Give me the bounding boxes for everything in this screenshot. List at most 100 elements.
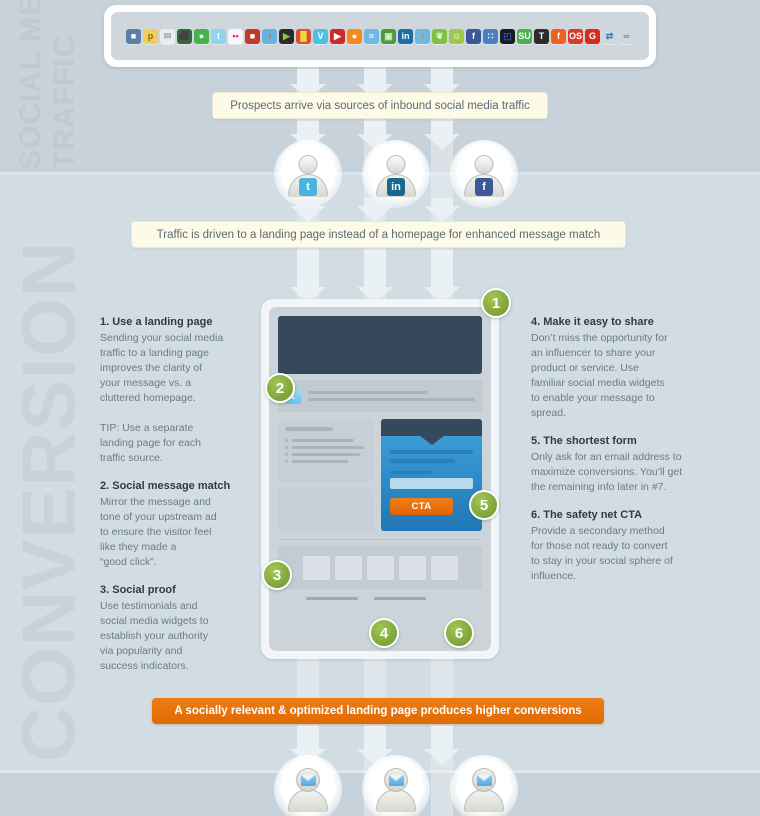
tip-body: Mirror the message and tone of your upst…: [100, 496, 217, 568]
avatar-figure: f: [463, 155, 505, 197]
landing-page-copy-column: [278, 419, 373, 531]
landing-page-form-body: CTA: [381, 436, 482, 524]
email-field[interactable]: [390, 478, 473, 489]
social-widget[interactable]: [366, 555, 394, 580]
stripes-icon[interactable]: █: [296, 28, 311, 44]
avatar-figure: [463, 768, 505, 812]
conversion-banner-text: A socially relevant & optimized landing …: [174, 705, 582, 717]
tip-item: 6. The safety net CTA Provide a secondary…: [531, 509, 696, 584]
step-badge-5: 5: [469, 490, 499, 520]
tip-title: 6. The safety net CTA: [531, 509, 643, 521]
avatar-facebook-badge-icon: f: [475, 178, 493, 196]
avatar-email-1: [274, 755, 342, 816]
diigo-icon[interactable]: p: [143, 28, 158, 44]
social-icon-bar-inner: ■ p ✉ ⬛ ● t •• ■ ◑ ▶ █ V ▶ ● ≈ ▣ in ♪ ❦ ☺ f ∷ ◰ SU Tf OS G ⇄ ∞: [111, 12, 649, 60]
avatar-figure: in: [375, 155, 417, 197]
arrow-down-13: [290, 726, 326, 765]
tip-body: Provide a secondary method for those not…: [531, 525, 673, 582]
twitter-icon[interactable]: t: [211, 28, 226, 44]
tip-title: 4. Make it easy to share: [531, 316, 654, 328]
landing-page-hero: [278, 316, 482, 374]
watermark-conversion: CONVERSION: [7, 241, 92, 762]
callout-landing-page: Traffic is driven to a landing page inst…: [131, 221, 626, 248]
youtube-icon[interactable]: ▶: [330, 28, 345, 44]
social-widget[interactable]: [302, 555, 330, 580]
tip-body: Use testimonials and social media widget…: [100, 600, 209, 672]
infographic-canvas: SOCIAL MEDIA TRAFFIC CONVERSION X ■p✉⬛●t…: [0, 0, 760, 816]
arrow-down-7: [290, 198, 326, 222]
social-widget[interactable]: [334, 555, 362, 580]
callout-landing-page-text: Traffic is driven to a landing page inst…: [156, 228, 601, 241]
tip-body: Only ask for an email address to maximiz…: [531, 451, 683, 493]
avatar-head: [386, 155, 406, 174]
avatar-linkedin-badge-icon: in: [387, 178, 405, 196]
landing-page-middle: CTA: [278, 419, 482, 531]
firefox-icon[interactable]: ◑: [262, 28, 277, 44]
envelope-icon: [296, 768, 320, 792]
tip-title: 2. Social message match: [100, 480, 231, 492]
photo-icon[interactable]: ▣: [381, 28, 396, 44]
tip-item: 1. Use a landing page Sending your social…: [100, 316, 255, 466]
footer-link[interactable]: [374, 597, 426, 600]
conversion-banner: A socially relevant & optimized landing …: [152, 698, 604, 724]
avatar-figure: [287, 768, 329, 812]
tip-item: 3. Social proof Use testimonials and soci…: [100, 584, 255, 674]
avatar-facebook: f: [450, 140, 518, 208]
arrow-down-12: [424, 250, 460, 303]
leaf-icon[interactable]: ❦: [432, 28, 447, 44]
watermark-traffic: TRAFFIC: [48, 34, 81, 170]
avatar-group-email: [274, 755, 518, 816]
evernote-icon[interactable]: ⬛: [177, 28, 192, 44]
avatar-email-3: [450, 755, 518, 816]
fark-icon[interactable]: f: [551, 28, 566, 44]
tumblr-icon[interactable]: T: [534, 28, 549, 44]
hi5-icon[interactable]: ≈: [364, 28, 379, 44]
envelope-icon: [472, 768, 496, 792]
share-icon[interactable]: ⇄: [602, 28, 617, 44]
avatar-head: [474, 155, 494, 174]
landing-page-message-lines: [308, 391, 475, 401]
delicious-sq-icon[interactable]: ◰: [500, 28, 515, 44]
landing-page-social-widgets: [278, 546, 482, 589]
tiles-icon[interactable]: ∷: [483, 28, 498, 44]
link-icon[interactable]: ∞: [619, 28, 634, 44]
email-icon[interactable]: ✉: [160, 28, 175, 44]
blogger-icon[interactable]: ■: [245, 28, 260, 44]
owl-icon[interactable]: OS: [568, 28, 583, 44]
avatar-email-2: [362, 755, 430, 816]
arrow-down-1: [290, 69, 326, 100]
landing-page-form: CTA: [381, 419, 482, 531]
wechat-icon[interactable]: ●: [194, 28, 209, 44]
envelope-icon: [384, 768, 408, 792]
facebook-icon[interactable]: f: [466, 28, 481, 44]
google-icon[interactable]: G: [585, 28, 600, 44]
arrow-down-8: [357, 198, 393, 222]
arrow-down-3: [424, 69, 460, 100]
arrow-down-11: [357, 250, 393, 303]
arrow-down-6: [424, 121, 460, 150]
arrow-down-9: [424, 198, 460, 222]
blogmarks-icon[interactable]: ▶: [279, 28, 294, 44]
step-badge-6: 6: [444, 618, 474, 648]
stumbleupon-icon[interactable]: SU: [517, 28, 532, 44]
avatar-figure: [375, 768, 417, 812]
landing-page-image-placeholder: [278, 488, 373, 531]
flickr-icon[interactable]: ••: [228, 28, 243, 44]
friendfeed-icon[interactable]: ☺: [449, 28, 464, 44]
tip-body: Sending your social media traffic to a l…: [100, 332, 224, 464]
rss-icon[interactable]: ●: [347, 28, 362, 44]
cta-button[interactable]: CTA: [390, 498, 453, 515]
landing-page-mockup: t CTA: [261, 299, 499, 659]
footer-link[interactable]: [306, 597, 358, 600]
tips-column-right: 4. Make it easy to share Don’t miss the o…: [531, 316, 696, 598]
social-widget[interactable]: [398, 555, 426, 580]
podcast-icon[interactable]: ♪: [415, 28, 430, 44]
social-widget[interactable]: [430, 555, 458, 580]
delicious-icon[interactable]: ■: [126, 28, 141, 44]
vimeo-icon[interactable]: V: [313, 28, 328, 44]
linkedin-icon[interactable]: in: [398, 28, 413, 44]
arrow-down-5: [357, 121, 393, 150]
tip-title: 3. Social proof: [100, 584, 176, 596]
social-icon-bar: ■ p ✉ ⬛ ● t •• ■ ◑ ▶ █ V ▶ ● ≈ ▣ in ♪ ❦ ☺ f ∷ ◰ SU Tf OS G ⇄ ∞: [104, 5, 656, 67]
callout-inbound-traffic-text: Prospects arrive via sources of inbound …: [230, 99, 530, 112]
